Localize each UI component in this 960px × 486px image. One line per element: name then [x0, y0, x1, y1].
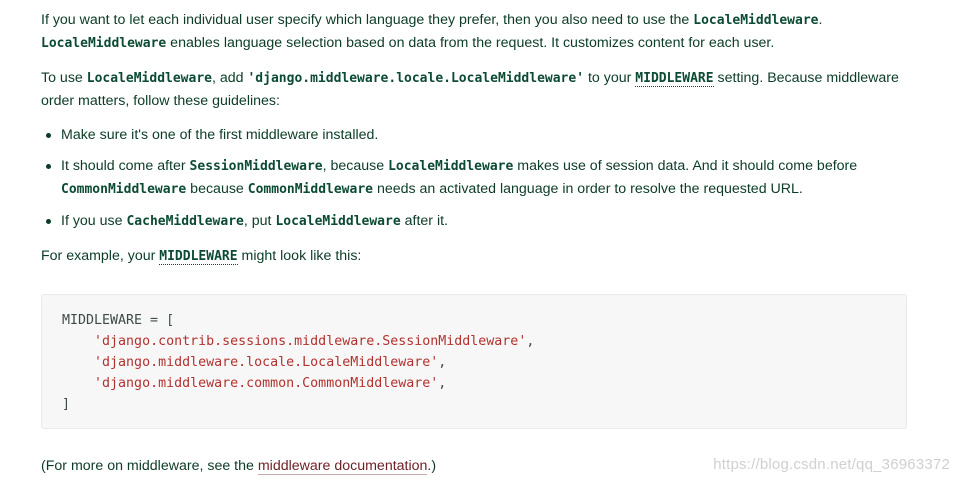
text: (For more on middleware, see the — [41, 458, 258, 474]
code-cache-middleware: CacheMiddleware — [126, 214, 244, 229]
text: to your — [584, 70, 636, 86]
list-item: Make sure it's one of the first middlewa… — [46, 124, 929, 146]
code-listing: MIDDLEWARE = [ 'django.contrib.sessions.… — [62, 310, 534, 415]
text: , because — [322, 158, 389, 174]
code-session-middleware: SessionMiddleware — [189, 159, 323, 174]
code-middleware-path: 'django.middleware.locale.LocaleMiddlewa… — [247, 71, 585, 86]
code-text: , — [526, 334, 535, 349]
text: needs an activated language in order to … — [373, 181, 803, 197]
text: might look like this: — [237, 248, 362, 264]
paragraph-example-intro: For example, your MIDDLEWARE might look … — [41, 245, 909, 268]
list-item: It should come after SessionMiddleware, … — [46, 155, 929, 201]
text: Make sure it's one of the first middlewa… — [61, 127, 379, 143]
paragraph-how-to-use: To use LocaleMiddleware, add 'django.mid… — [41, 67, 909, 112]
middleware-documentation-link[interactable]: middleware documentation — [257, 458, 428, 475]
text: If you use — [61, 213, 127, 229]
middleware-setting-link[interactable]: MIDDLEWARE — [635, 70, 714, 87]
text: If you want to let each individual user … — [41, 12, 694, 28]
middleware-setting-link[interactable]: MIDDLEWARE — [159, 248, 238, 265]
code-string: 'django.middleware.locale.LocaleMiddlewa… — [94, 355, 439, 370]
code-common-middleware: CommonMiddleware — [61, 182, 187, 197]
text: , put — [243, 213, 276, 229]
code-locale-middleware: LocaleMiddleware — [388, 159, 514, 174]
code-text: , — [438, 376, 447, 391]
code-middleware-setting: MIDDLEWARE — [159, 249, 238, 264]
list-item: If you use CacheMiddleware, put LocaleMi… — [46, 210, 929, 233]
code-line: 'django.middleware.common.CommonMiddlewa… — [62, 373, 534, 394]
text: because — [186, 181, 248, 197]
code-locale-middleware: LocaleMiddleware — [275, 214, 401, 229]
paragraph-locale-intro: If you want to let each individual user … — [41, 9, 909, 55]
code-string: 'django.contrib.sessions.middleware.Sess… — [94, 334, 527, 349]
text: For example, your — [41, 248, 160, 264]
text: .) — [427, 458, 437, 474]
code-middleware-setting: MIDDLEWARE — [635, 71, 714, 86]
code-string: 'django.middleware.common.CommonMiddlewa… — [94, 376, 439, 391]
text: . — [818, 12, 823, 28]
text: It should come after — [61, 158, 190, 174]
paragraph-more-info: (For more on middleware, see the middlew… — [41, 455, 436, 477]
code-locale-middleware: LocaleMiddleware — [86, 71, 212, 86]
code-locale-middleware: LocaleMiddleware — [41, 36, 167, 51]
text: after it. — [400, 213, 448, 229]
code-line: 'django.middleware.locale.LocaleMiddlewa… — [62, 352, 534, 373]
watermark: https://blog.csdn.net/qq_36963372 — [713, 456, 950, 473]
code-text: ] — [62, 397, 71, 412]
code-line: 'django.contrib.sessions.middleware.Sess… — [62, 331, 534, 352]
code-line: MIDDLEWARE = [ — [62, 310, 534, 331]
code-text: MIDDLEWARE = [ — [62, 313, 175, 328]
text: makes use of session data. And it should… — [513, 158, 858, 174]
code-line: ] — [62, 394, 534, 415]
code-text: , — [438, 355, 447, 370]
code-block[interactable]: MIDDLEWARE = [ 'django.contrib.sessions.… — [41, 294, 907, 429]
guidelines-list: Make sure it's one of the first middlewa… — [41, 124, 929, 242]
text: enables language selection based on data… — [166, 35, 775, 51]
code-common-middleware: CommonMiddleware — [247, 182, 373, 197]
text: , add — [211, 70, 248, 86]
text: To use — [41, 70, 87, 86]
code-locale-middleware: LocaleMiddleware — [693, 13, 819, 28]
